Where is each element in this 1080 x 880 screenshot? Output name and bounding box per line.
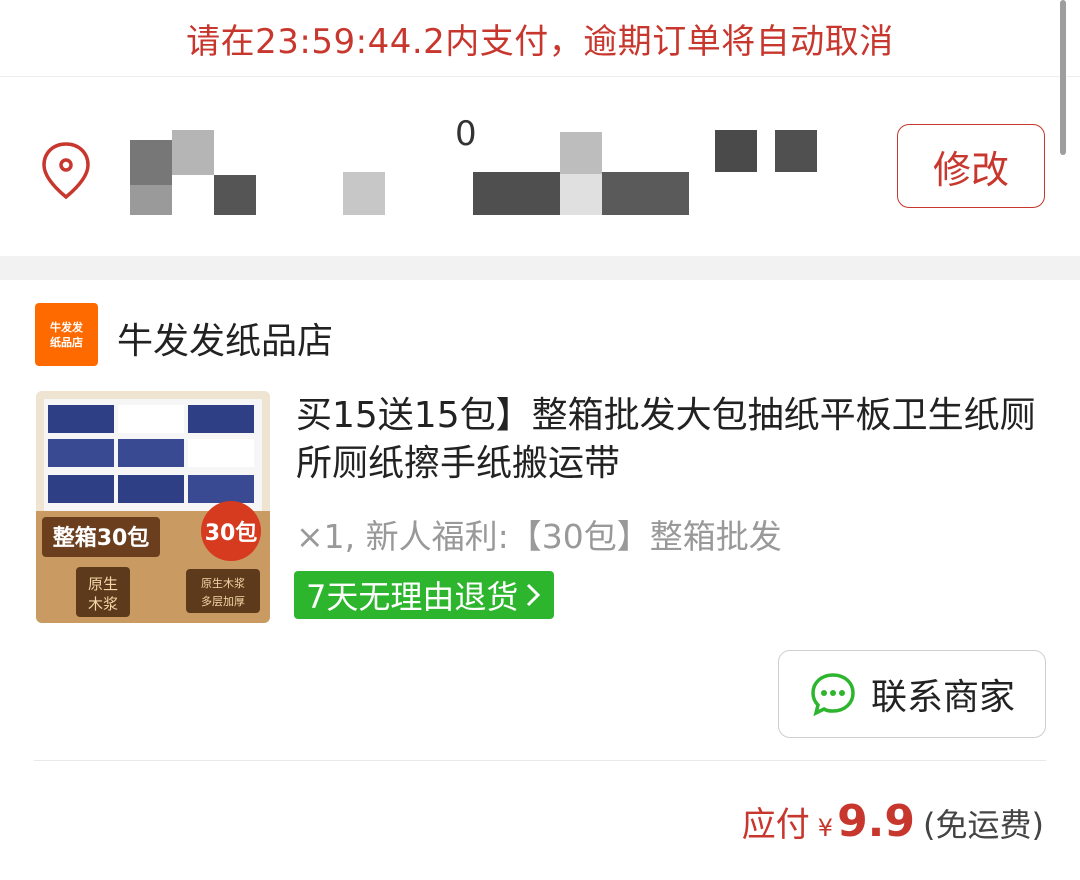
product-title[interactable]: 买15送15包】整箱批发大包抽纸平板卫生纸厕所厕纸擦手纸搬运带 [296,392,1036,488]
redacted-address-text: 0 [130,114,817,215]
return-policy-label: 7天无理由退货 [306,578,519,616]
edit-address-button[interactable]: 修改 [897,124,1045,208]
product-image[interactable]: 整箱30包 30包 原生 木浆 原生木浆 多层加厚 [36,391,270,623]
store-logo-line2: 纸品店 [50,335,83,349]
store-logo[interactable]: 牛发发 纸品店 [35,303,98,366]
count-badge: 30包 [205,520,258,546]
payment-countdown-banner: 请在23:59:44.2内支付，逾期订单将自动取消 [0,0,1080,77]
payable-label: 应付 [741,805,810,845]
box-label: 整箱30包 [53,525,150,551]
svg-text:木浆: 木浆 [88,595,118,613]
return-policy-badge[interactable]: 7天无理由退货 [294,571,555,619]
section-divider [0,256,1080,280]
product-spec: ×1, 新人福利:【30包】整箱批发 [296,517,782,556]
payable-value: 9.9 [837,796,916,847]
svg-text:原生: 原生 [88,575,118,593]
svg-text:原生木浆: 原生木浆 [201,576,245,590]
contact-seller-label: 联系商家 [870,677,1015,718]
shipping-note: (免运费) [923,806,1044,844]
countdown-text: 请在23:59:44.2内支付，逾期订单将自动取消 [186,21,894,62]
divider [34,760,1046,761]
contact-seller-button[interactable]: 联系商家 [778,650,1046,738]
store-logo-line1: 牛发发 [50,320,83,334]
svg-text:多层加厚: 多层加厚 [201,594,245,608]
svg-text:0: 0 [455,114,477,154]
tissue-packs [44,399,262,517]
chevron-right-icon [527,583,541,607]
location-pin-icon [42,142,90,200]
chat-bubble-icon [811,673,855,717]
store-name[interactable]: 牛发发纸品店 [117,312,333,364]
edit-address-label: 修改 [932,147,1009,192]
currency-symbol: ¥ [817,814,834,842]
payable-amount: 应付 ¥ 9.9 (免运费) [742,796,1044,847]
